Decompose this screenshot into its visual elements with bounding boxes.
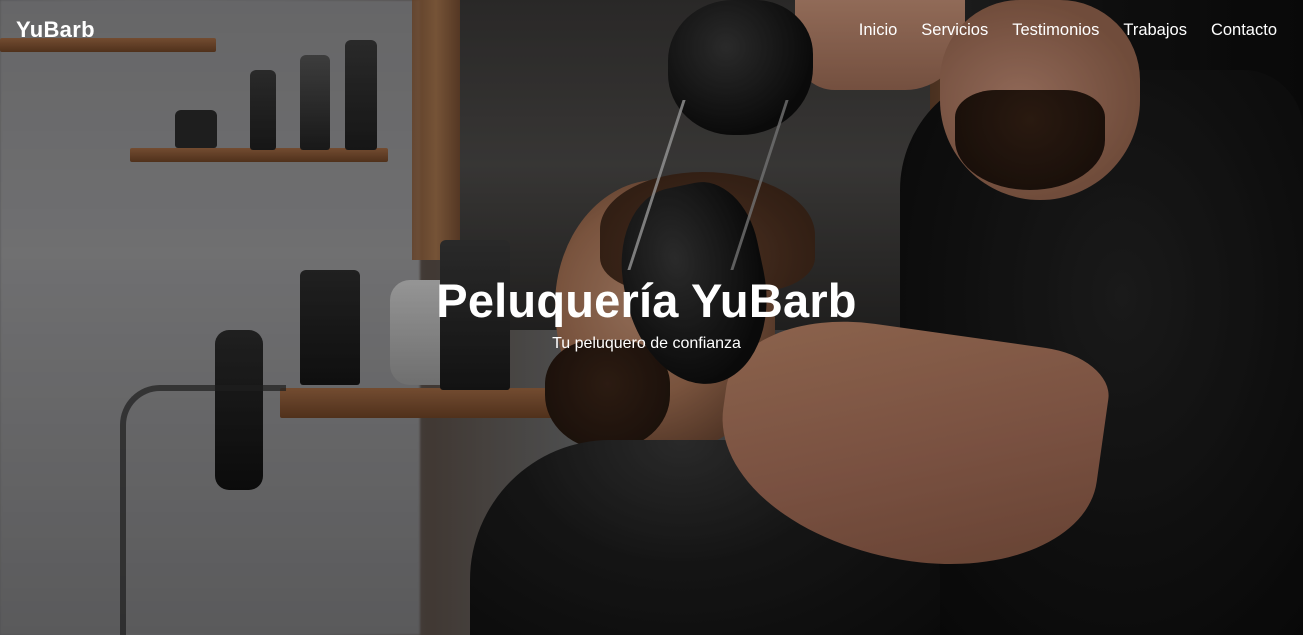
nav-link-contacto[interactable]: Contacto <box>1211 21 1277 39</box>
nav-links: Inicio Servicios Testimonios Trabajos Co… <box>859 21 1277 40</box>
brand-logo[interactable]: YuBarb <box>16 17 95 43</box>
nav-link-inicio[interactable]: Inicio <box>859 21 898 39</box>
nav-link-trabajos[interactable]: Trabajos <box>1123 21 1187 39</box>
navbar: YuBarb Inicio Servicios Testimonios Trab… <box>0 0 1303 64</box>
nav-link-testimonios[interactable]: Testimonios <box>1012 21 1099 39</box>
nav-item-trabajos: Trabajos <box>1123 21 1187 40</box>
nav-item-contacto: Contacto <box>1211 21 1277 40</box>
nav-link-servicios[interactable]: Servicios <box>921 21 988 39</box>
hero-content: Peluquería YuBarb Tu peluquero de confia… <box>0 270 1293 354</box>
hero-title: Peluquería YuBarb <box>436 274 857 327</box>
hero-section: YuBarb Inicio Servicios Testimonios Trab… <box>0 0 1303 635</box>
nav-item-testimonios: Testimonios <box>1012 21 1099 40</box>
nav-item-inicio: Inicio <box>859 21 898 40</box>
nav-item-servicios: Servicios <box>921 21 988 40</box>
hero-subtitle: Tu peluquero de confianza <box>552 335 741 352</box>
